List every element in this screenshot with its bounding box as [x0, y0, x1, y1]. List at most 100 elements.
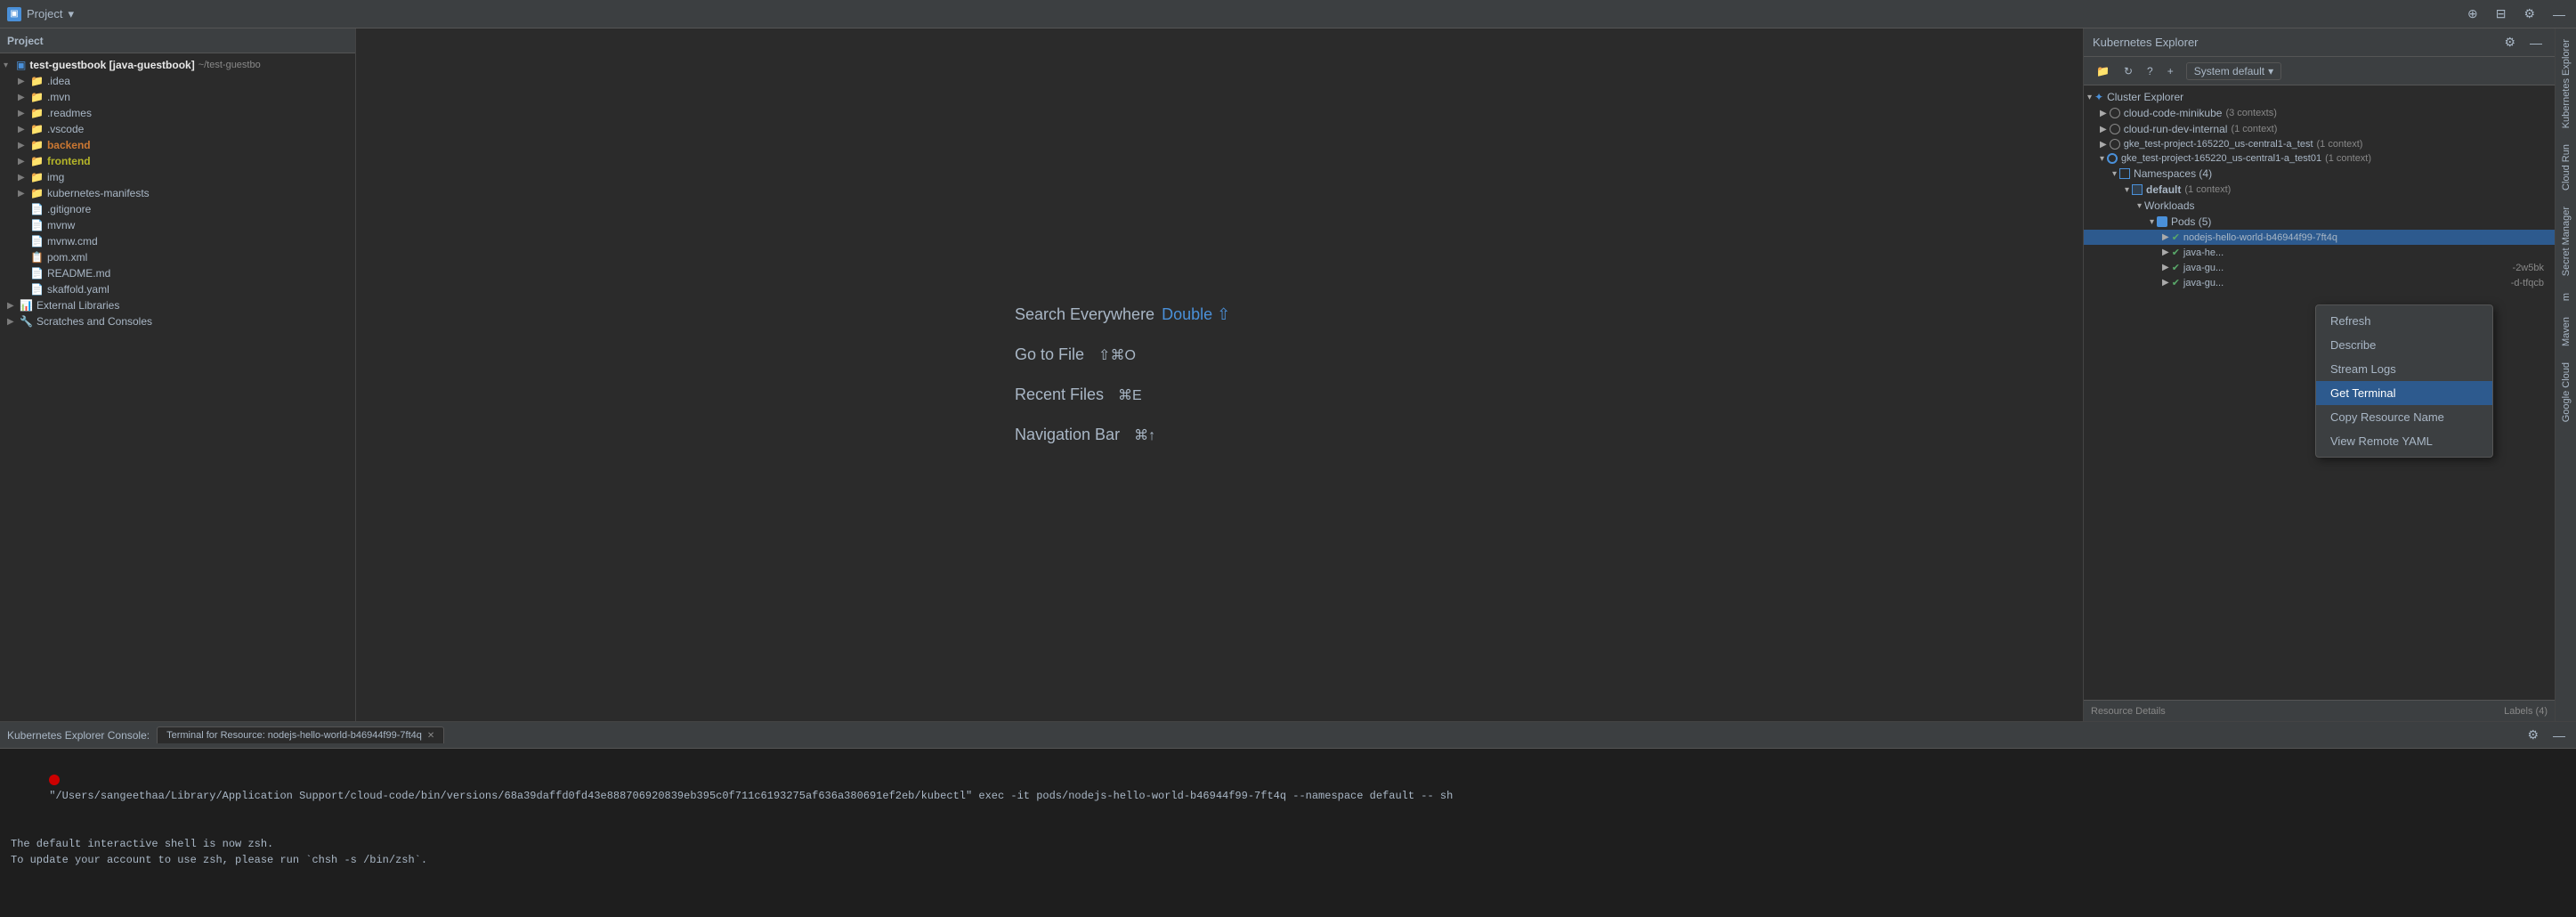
default-ns-suffix: (1 context) — [2184, 184, 2231, 195]
tree-item-mvnw[interactable]: 📄 mvnw — [0, 217, 355, 233]
cloud-run-circle-icon — [2110, 124, 2120, 134]
tree-item-readmes[interactable]: ▶ 📁 .readmes — [0, 105, 355, 121]
nav-shortcut: ⌘↑ — [1134, 426, 1155, 444]
side-tab-kubernetes[interactable]: Kubernetes Explorer — [2557, 32, 2575, 135]
k8s-minimize-icon[interactable]: — — [2526, 34, 2546, 52]
k8s-java-gu2-pod[interactable]: ▶ ✔ java-gu... -d-tfqcb — [2084, 275, 2555, 290]
k8s-add-btn[interactable]: + — [2162, 63, 2179, 79]
context-menu-stream-logs[interactable]: Stream Logs — [2316, 357, 2492, 381]
tree-item-scratches[interactable]: ▶ 🔧 Scratches and Consoles — [0, 313, 355, 329]
readme-icon: 📄 — [30, 267, 44, 280]
terminal-line-zsh: The default interactive shell is now zsh… — [11, 836, 2565, 852]
labels-count: Labels (4) — [2504, 706, 2548, 717]
default-ns-label: default — [2146, 183, 2181, 196]
k8s-default-ns[interactable]: ▾ default (1 context) — [2084, 182, 2555, 198]
side-tab-cloud-run[interactable]: Cloud Run — [2557, 137, 2575, 198]
pods-label: Pods (5) — [2171, 215, 2211, 228]
project-tree: ▾ ▣ test-guestbook [java-guestbook] ~/te… — [0, 53, 355, 721]
tree-item-img[interactable]: ▶ 📁 img — [0, 169, 355, 185]
tree-item-mvnw-cmd[interactable]: 📄 mvnw.cmd — [0, 233, 355, 249]
k8s-java-gu1-pod[interactable]: ▶ ✔ java-gu... -2w5bk — [2084, 260, 2555, 275]
mvnw-cmd-icon: 📄 — [30, 235, 44, 248]
java-gu1-suffix: -2w5bk — [2513, 263, 2551, 273]
k8s-cluster-explorer[interactable]: ▾ ✦ Cluster Explorer — [2084, 89, 2555, 105]
side-tab-maven[interactable]: Maven — [2557, 310, 2575, 353]
terminal-error-dot — [49, 775, 60, 785]
k8s-pods[interactable]: ▾ Pods (5) — [2084, 214, 2555, 230]
terminal-minimize-icon[interactable]: — — [2549, 726, 2569, 744]
minimize-icon[interactable]: — — [2549, 5, 2569, 23]
tree-item-k8s-manifests[interactable]: ▶ 📁 kubernetes-manifests — [0, 185, 355, 201]
side-tab-secret-manager[interactable]: Secret Manager — [2557, 199, 2575, 283]
terminal-tab[interactable]: Terminal for Resource: nodejs-hello-worl… — [157, 726, 444, 743]
k8s-gke2[interactable]: ▾ gke_test-project-165220_us-central1-a_… — [2084, 151, 2555, 166]
k8s-cloud-run[interactable]: ▶ cloud-run-dev-internal (1 context) — [2084, 121, 2555, 137]
context-menu-refresh[interactable]: Refresh — [2316, 309, 2492, 333]
k8s-folder-icon: 📁 — [30, 187, 44, 199]
terminal-line-blank — [11, 820, 2565, 836]
resource-details-label: Resource Details — [2091, 706, 2166, 717]
context-menu-describe[interactable]: Describe — [2316, 333, 2492, 357]
k8s-workloads[interactable]: ▾ Workloads — [2084, 198, 2555, 214]
window-icon[interactable]: ⊕ — [2464, 4, 2482, 23]
tree-item-backend[interactable]: ▶ 📁 backend — [0, 137, 355, 153]
k8s-java-he-pod[interactable]: ▶ ✔ java-he... — [2084, 245, 2555, 260]
context-menu-get-terminal[interactable]: Get Terminal — [2316, 381, 2492, 405]
cloud-run-label: cloud-run-dev-internal — [2124, 123, 2228, 135]
vscode-label: .vscode — [47, 123, 84, 135]
pom-label: pom.xml — [47, 251, 87, 264]
copy-resource-label: Copy Resource Name — [2330, 410, 2444, 424]
gke1-suffix: (1 context) — [2317, 139, 2363, 150]
top-bar: ▣ Project ▾ ⊕ ⊟ ⚙ — — [0, 0, 2576, 28]
goto-file-label: Go to File — [1015, 345, 1084, 364]
project-dropdown[interactable]: ▾ — [68, 7, 74, 21]
side-tab-m[interactable]: m — [2557, 286, 2575, 308]
tree-item-idea[interactable]: ▶ 📁 .idea — [0, 73, 355, 89]
minikube-suffix: (3 contexts) — [2225, 108, 2276, 118]
ext-libs-icon: 📊 — [20, 299, 33, 312]
view-yaml-label: View Remote YAML — [2330, 434, 2433, 448]
k8s-help-btn[interactable]: ? — [2142, 63, 2159, 79]
k8s-nodejs-pod[interactable]: ▶ ✔ nodejs-hello-world-b46944f99-7ft4q — [2084, 230, 2555, 245]
tree-root[interactable]: ▾ ▣ test-guestbook [java-guestbook] ~/te… — [0, 57, 355, 73]
k8s-refresh-btn[interactable]: ↻ — [2118, 63, 2138, 79]
terminal-tab-close[interactable]: ✕ — [427, 731, 434, 741]
tree-item-external-libs[interactable]: ▶ 📊 External Libraries — [0, 297, 355, 313]
mvnw-icon: 📄 — [30, 219, 44, 231]
side-tab-google-cloud[interactable]: Google Cloud — [2557, 355, 2575, 429]
tree-item-mvn[interactable]: ▶ 📁 .mvn — [0, 89, 355, 105]
backend-label: backend — [47, 139, 91, 151]
terminal-tab-label: Terminal for Resource: nodejs-hello-worl… — [166, 730, 422, 741]
readmes-label: .readmes — [47, 107, 92, 119]
gke1-circle-icon — [2110, 139, 2120, 150]
tree-item-frontend[interactable]: ▶ 📁 frontend — [0, 153, 355, 169]
img-folder-icon: 📁 — [30, 171, 44, 183]
k8s-dropdown-arrow: ▾ — [2268, 65, 2273, 77]
config-icon[interactable]: ⊟ — [2492, 4, 2510, 23]
tree-item-readme[interactable]: 📄 README.md — [0, 265, 355, 281]
tree-item-gitignore[interactable]: 📄 .gitignore — [0, 201, 355, 217]
nodejs-pod-label: nodejs-hello-world-b46944f99-7ft4q — [2183, 232, 2337, 243]
context-menu-view-yaml[interactable]: View Remote YAML — [2316, 429, 2492, 453]
tree-item-skaffold[interactable]: 📄 skaffold.yaml — [0, 281, 355, 297]
terminal-gear-icon[interactable]: ⚙ — [2523, 726, 2542, 744]
describe-label: Describe — [2330, 338, 2376, 352]
k8s-namespaces[interactable]: ▾ Namespaces (4) — [2084, 166, 2555, 182]
k8s-gke1[interactable]: ▶ gke_test-project-165220_us-central1-a_… — [2084, 137, 2555, 151]
k8s-context-dropdown[interactable]: System default ▾ — [2186, 62, 2281, 80]
gear-icon-top[interactable]: ⚙ — [2520, 4, 2539, 23]
k8s-folder-btn[interactable]: 📁 — [2091, 63, 2115, 79]
tree-item-pom[interactable]: 📋 pom.xml — [0, 249, 355, 265]
get-terminal-label: Get Terminal — [2330, 386, 2395, 400]
tree-item-vscode[interactable]: ▶ 📁 .vscode — [0, 121, 355, 137]
gke2-suffix: (1 context) — [2325, 153, 2371, 164]
k8s-gear-icon[interactable]: ⚙ — [2500, 33, 2519, 52]
k8s-minikube[interactable]: ▶ cloud-code-minikube (3 contexts) — [2084, 105, 2555, 121]
java-gu2-check-icon: ✔ — [2172, 277, 2180, 288]
java-gu1-check-icon: ✔ — [2172, 262, 2180, 273]
scratches-icon: 🔧 — [20, 315, 33, 328]
img-label: img — [47, 171, 64, 183]
context-menu-copy-resource[interactable]: Copy Resource Name — [2316, 405, 2492, 429]
project-header-label: Project — [7, 35, 44, 47]
java-gu1-label: java-gu... — [2183, 263, 2224, 273]
